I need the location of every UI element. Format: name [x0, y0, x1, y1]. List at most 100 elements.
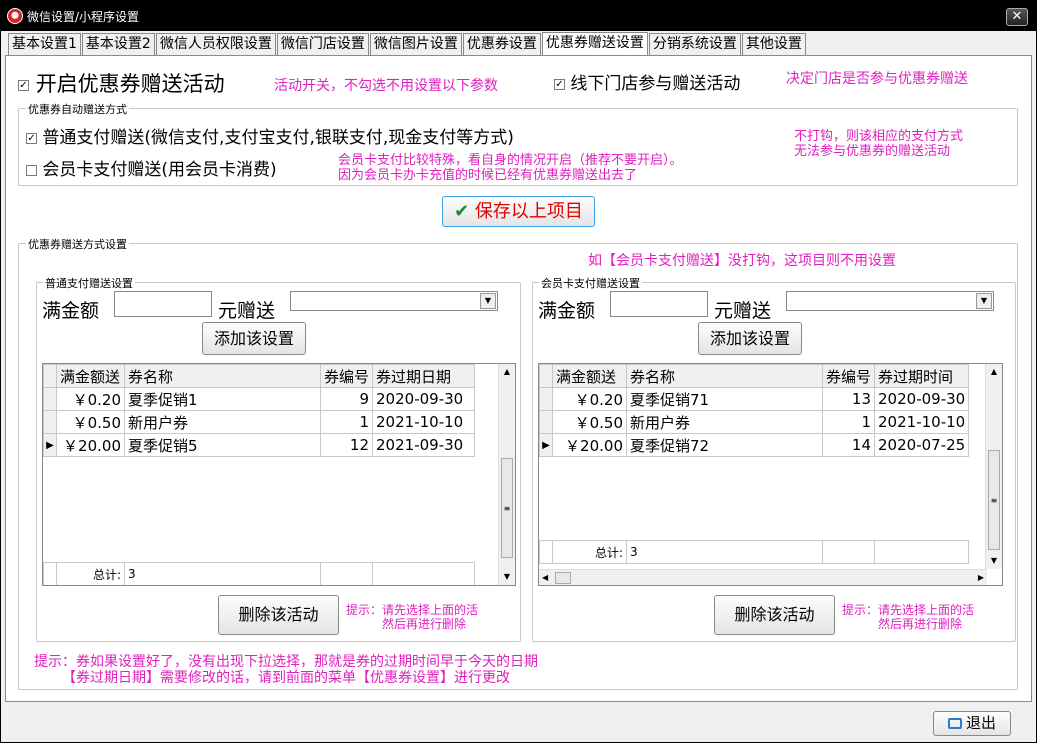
table-empty-area [44, 457, 475, 563]
column-header[interactable]: 券编号 [319, 364, 374, 388]
column-header[interactable]: 券过期日期 [372, 364, 476, 388]
total-empty-cell [319, 562, 374, 585]
table-row[interactable]: ￥0.50 新用户券 1 2021-10-10 [43, 410, 476, 434]
scroll-thumb[interactable]: ≡ [988, 450, 1000, 550]
member-delete-button[interactable]: 删除该活动 [714, 595, 835, 635]
scroll-up-icon[interactable]: ▲ [499, 364, 515, 380]
tab-4[interactable]: 微信图片设置 [369, 33, 462, 55]
table-cell: 2020-09-30 [874, 387, 970, 411]
table-cell: 13 [821, 387, 876, 411]
tab-5[interactable]: 优惠券设置 [462, 33, 541, 55]
member-gift-label: 元赠送 [714, 300, 772, 322]
table-cell: 夏季促销72 [626, 433, 823, 457]
table-cell: ￥20.00 [552, 433, 627, 457]
coupon-table-grid: 满金额送 券名称 券编号 券过期日期 ￥0.20 夏季促销1 9 2020-09-30 ￥0.5… [43, 364, 476, 585]
table-cell: 2021-09-30 [372, 433, 476, 457]
tab-strip: 基本设置1 基本设置2 微信人员权限设置 微信门店设置 微信图片设置 优惠券设置 优惠券赠送… [8, 32, 807, 55]
scroll-left-icon[interactable]: ◀ [542, 570, 548, 585]
member-pay-check-icon [26, 164, 37, 176]
coupon-table-grid: 满金额送 券名称 券编号 券过期时间 ￥0.20 夏季促销71 13 2020-09-30 ￥0… [539, 364, 970, 564]
scroll-up-icon[interactable]: ▲ [986, 364, 1002, 380]
normal-pay-panel-title: 普通支付赠送设置 [43, 275, 135, 291]
hscroll-thumb[interactable] [555, 572, 571, 584]
table-row[interactable]: ￥0.20 夏季促销71 13 2020-09-30 [539, 387, 970, 411]
member-coupon-table[interactable]: 满金额送 券名称 券编号 券过期时间 ￥0.20 夏季促销71 13 2020-09-30 ￥0… [538, 363, 1003, 586]
table-cell: 夏季促销5 [124, 433, 321, 457]
table-cell: 新用户券 [124, 410, 321, 434]
checkmark-icon: ✔ [454, 201, 470, 222]
normal-add-button[interactable]: 添加该设置 [202, 322, 306, 355]
column-header[interactable]: 满金额送 [552, 364, 627, 388]
normal-coupon-select[interactable]: ▼ [290, 291, 498, 311]
scroll-thumb[interactable]: ≡ [501, 458, 513, 558]
chevron-down-icon: ▼ [480, 293, 496, 309]
enable-gift-note: 活动开关，不勾选不用设置以下参数 [274, 78, 498, 94]
settings-window: 微信设置/小程序设置 ✕ 基本设置1 基本设置2 微信人员权限设置 微信门店设置 微信图… [0, 0, 1037, 743]
column-header[interactable]: 满金额送 [56, 364, 125, 388]
member-amount-input[interactable] [610, 291, 708, 317]
table-total-row: 总计: 3 [43, 562, 476, 585]
enable-gift-checkbox[interactable]: ✓ 开启优惠券赠送活动 [18, 68, 225, 98]
pay-method-note-2: 无法参与优惠券的赠送活动 [794, 144, 951, 159]
column-header[interactable]: 券名称 [626, 364, 823, 388]
exit-button[interactable]: 退出 [933, 711, 1011, 736]
column-header[interactable]: 券过期时间 [874, 364, 970, 388]
member-coupon-select[interactable]: ▼ [786, 291, 994, 311]
bottom-hint-2: 【券过期日期】需要修改的话，请到前面的菜单【优惠券设置】进行更改 [62, 670, 510, 686]
member-amount-label: 满金额 [538, 300, 596, 322]
table-empty-cell [540, 457, 969, 541]
normal-pay-checkbox[interactable]: ✓ 普通支付赠送(微信支付,支付宝支付,银联支付,现金支付等方式) [26, 123, 514, 148]
gift-method-note: 如【会员卡支付赠送】没打钩，这项目则不用设置 [588, 253, 896, 269]
table-row[interactable]: ▶ ￥20.00 夏季促销72 14 2020-07-25 [539, 433, 970, 457]
scroll-right-icon[interactable]: ▶ [978, 570, 984, 585]
offline-store-label: 线下门店参与赠送活动 [570, 74, 741, 94]
tab-0[interactable]: 基本设置1 [8, 33, 81, 55]
member-delete-hint-2: 然后再进行删除 [878, 617, 963, 631]
column-header[interactable]: 券编号 [821, 364, 876, 388]
vertical-scrollbar[interactable]: ▲ ≡ ▼ [985, 364, 1002, 569]
row-indicator [43, 410, 57, 434]
total-row-indicator [539, 540, 553, 564]
normal-delete-button[interactable]: 删除该活动 [218, 595, 339, 635]
table-row[interactable]: ▶ ￥20.00 夏季促销5 12 2021-09-30 [43, 433, 476, 457]
scroll-down-icon[interactable]: ▼ [499, 569, 515, 585]
table-cell: 2021-10-10 [372, 410, 476, 434]
normal-amount-input[interactable] [114, 291, 212, 317]
tab-7[interactable]: 分销系统设置 [648, 33, 741, 55]
table-row[interactable]: ￥0.50 新用户券 1 2021-10-10 [539, 410, 970, 434]
tab-2[interactable]: 微信人员权限设置 [155, 33, 276, 55]
enable-gift-check-icon: ✓ [18, 79, 29, 91]
table-cell: 14 [821, 433, 876, 457]
chevron-down-icon: ▼ [976, 293, 992, 309]
total-empty-cell [372, 562, 476, 585]
member-pay-checkbox[interactable]: 会员卡支付赠送(用会员卡消费) [26, 155, 277, 180]
save-button[interactable]: ✔ 保存以上项目 [442, 196, 595, 227]
tab-1[interactable]: 基本设置2 [81, 33, 155, 55]
normal-coupon-table[interactable]: 满金额送 券名称 券编号 券过期日期 ￥0.20 夏季促销1 9 2020-09-30 ￥0.5… [42, 363, 516, 586]
total-value: 3 [124, 562, 321, 585]
total-label: 总计: [56, 562, 125, 585]
column-header[interactable]: 券名称 [124, 364, 321, 388]
auto-gift-group-title: 优惠券自动赠送方式 [26, 101, 129, 117]
footer-bar: 退出 [1, 703, 1036, 742]
vertical-scrollbar[interactable]: ▲ ≡ ▼ [498, 364, 515, 585]
tab-6[interactable]: 优惠券赠送设置 [541, 32, 648, 55]
close-button[interactable]: ✕ [1006, 8, 1028, 26]
app-logo-icon [7, 8, 23, 24]
total-row-indicator [43, 562, 57, 585]
offline-store-checkbox[interactable]: ✓ 线下门店参与赠送活动 [554, 69, 740, 94]
tab-8[interactable]: 其他设置 [741, 33, 806, 55]
row-indicator-header [539, 364, 553, 388]
enable-gift-label: 开启优惠券赠送活动 [35, 72, 225, 96]
table-cell: 2021-10-10 [874, 410, 970, 434]
row-indicator [539, 410, 553, 434]
table-total-row: 总计: 3 [539, 540, 970, 564]
horizontal-scrollbar[interactable]: ◀ ▶ [539, 569, 987, 585]
gift-method-group-title: 优惠券赠送方式设置 [26, 236, 129, 252]
scroll-down-icon[interactable]: ▼ [986, 553, 1002, 569]
member-add-button[interactable]: 添加该设置 [698, 322, 802, 355]
tab-3[interactable]: 微信门店设置 [276, 33, 369, 55]
table-row[interactable]: ￥0.20 夏季促销1 9 2020-09-30 [43, 387, 476, 411]
window-title: 微信设置/小程序设置 [27, 9, 140, 24]
offline-store-check-icon: ✓ [554, 78, 565, 90]
